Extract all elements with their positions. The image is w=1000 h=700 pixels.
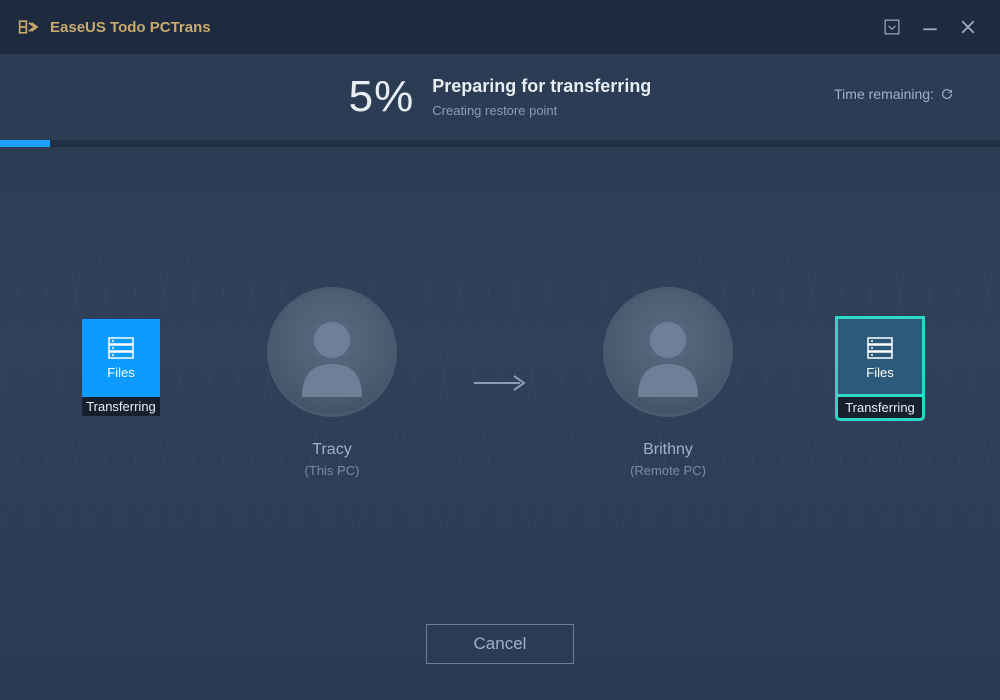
source-pc: Tracy (This PC): [232, 287, 432, 478]
window-controls: [884, 0, 990, 54]
time-remaining: Time remaining:: [834, 86, 954, 102]
app-title: EaseUS Todo PCTrans: [50, 19, 211, 36]
dropdown-menu-button[interactable]: [884, 19, 900, 35]
transfer-arrow-icon: [472, 372, 528, 394]
status-title: Preparing for transferring: [432, 76, 651, 97]
target-pc-role: (Remote PC): [630, 463, 706, 478]
source-pc-role: (This PC): [305, 463, 360, 478]
person-icon: [282, 302, 382, 402]
progress-bar: [0, 140, 1000, 147]
target-avatar: [603, 287, 733, 417]
refresh-icon: [940, 87, 954, 101]
pc-avatars-row: Tracy (This PC) Brithny (Remote PC): [0, 287, 1000, 478]
close-button[interactable]: [960, 19, 976, 35]
person-icon: [618, 302, 718, 402]
footer: Cancel: [0, 624, 1000, 664]
target-pc: Brithny (Remote PC): [568, 287, 768, 478]
time-remaining-label: Time remaining:: [834, 86, 934, 102]
transfer-visual: Files Transferring Files Transferring: [0, 147, 1000, 607]
target-pc-name: Brithny: [643, 441, 693, 459]
source-avatar: [267, 287, 397, 417]
progress-percent: 5%: [349, 72, 415, 122]
cancel-button[interactable]: Cancel: [426, 624, 574, 664]
app-logo: EaseUS Todo PCTrans: [18, 19, 211, 36]
logo-icon: [18, 19, 38, 35]
progress-fill: [0, 140, 50, 147]
status-header: 5% Preparing for transferring Creating r…: [0, 54, 1000, 140]
minimize-button[interactable]: [922, 19, 938, 35]
source-pc-name: Tracy: [312, 441, 351, 459]
titlebar: EaseUS Todo PCTrans: [0, 0, 1000, 54]
status-subtitle: Creating restore point: [432, 103, 651, 118]
